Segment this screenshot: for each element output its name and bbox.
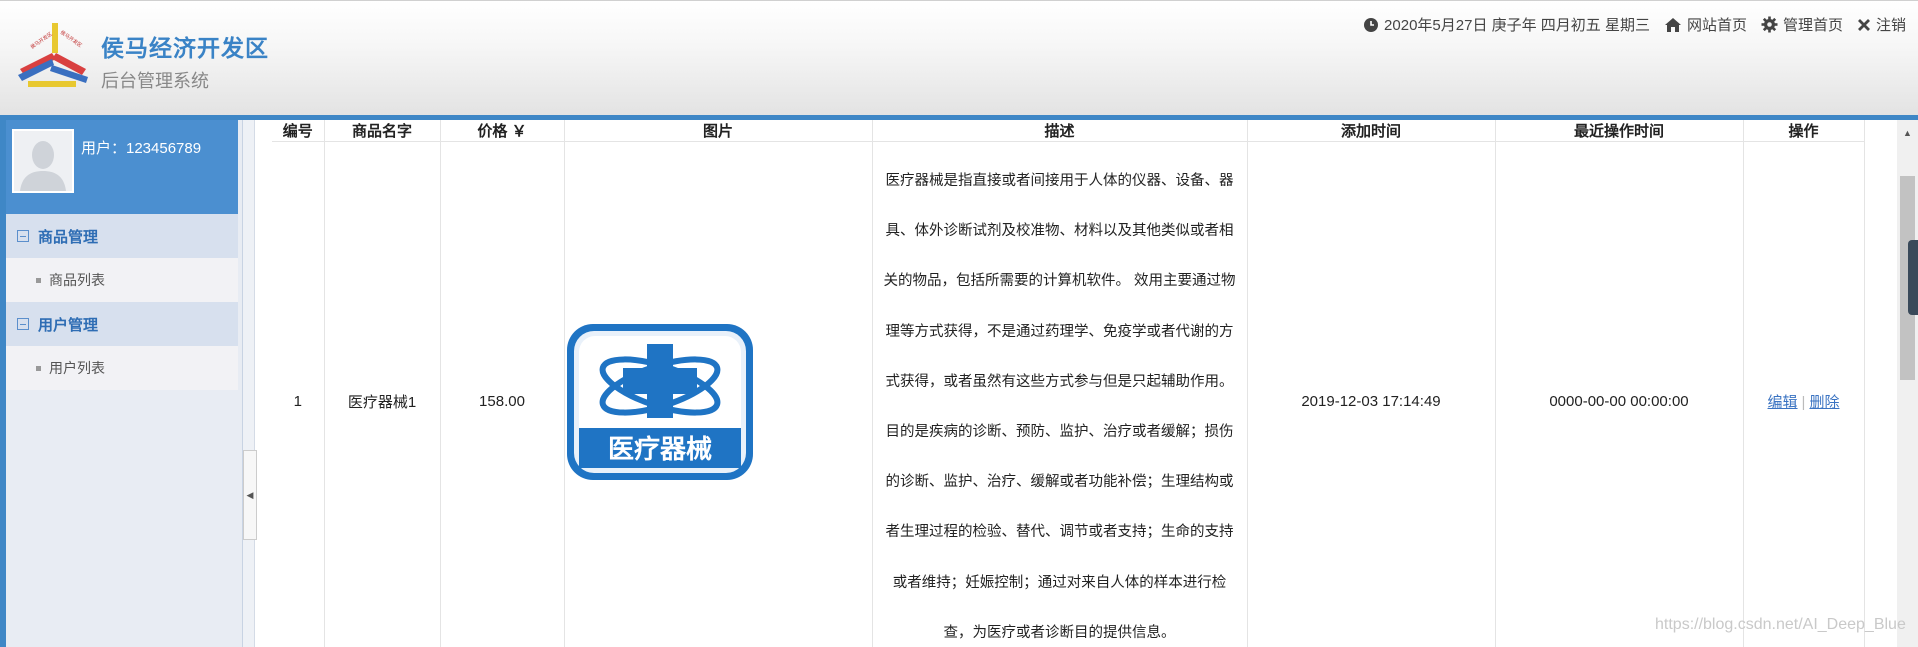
bullet-icon <box>36 365 41 371</box>
edit-link[interactable]: 编辑 <box>1768 394 1798 411</box>
sidebar: 用户：123456789 商品管理 商品列表 用户管理 用户列表 <box>0 120 243 647</box>
sidebar-edge <box>0 120 6 647</box>
admin-home-label: 管理首页 <box>1782 17 1843 34</box>
user-panel: 用户：123456789 <box>6 120 238 214</box>
product-image: 医疗器械 <box>566 323 753 480</box>
description-line: 者生理过程的检验、替代、调节或者支持；生命的支持 <box>885 524 1234 541</box>
chevron-left-icon: ◀ <box>246 489 254 500</box>
column-header-name[interactable]: 商品名字 <box>324 120 441 142</box>
product-image-label: 医疗器械 <box>607 434 711 465</box>
goods-table-container: 编号 商品名字 价格 ￥ 图片 描述 添加时间 最近操作时间 操作 1 医疗器械… <box>272 120 1872 647</box>
close-icon <box>1857 18 1870 31</box>
column-header-actions[interactable]: 操作 <box>1743 120 1865 142</box>
bullet-icon <box>36 277 41 283</box>
date-text: 2020年5月27日 庚子年 四月初五 星期三 <box>1384 17 1650 34</box>
cell-image: 医疗器械 <box>564 141 873 647</box>
description-line: 医疗器械是指直接或者间接用于人体的仪器、设备、器 <box>885 173 1234 189</box>
admin-home-link[interactable]: 管理首页 <box>1761 14 1843 35</box>
user-label: 用户：123456789 <box>81 140 202 157</box>
description-line: 关的物品，包括所需要的计算机软件。 效用主要通过物 <box>883 273 1236 290</box>
action-separator: | <box>1801 394 1806 412</box>
date-display: 2020年5月27日 庚子年 四月初五 星期三 <box>1363 14 1650 35</box>
top-toolbar: 2020年5月27日 庚子年 四月初五 星期三 网站首页 管理首页 注销 <box>1363 14 1906 35</box>
menu-group-label: 用户管理 <box>38 316 99 334</box>
scroll-up-icon[interactable]: ▲ <box>1903 128 1912 138</box>
column-header-description[interactable]: 描述 <box>872 120 1248 142</box>
sidebar-item-label: 商品列表 <box>49 272 105 288</box>
clock-icon <box>1364 17 1379 32</box>
sidebar-item-goods-list[interactable]: 商品列表 <box>6 258 238 302</box>
watermark: https://blog.csdn.net/AI_Deep_Blue <box>1655 616 1906 633</box>
cell-price: 158.00 <box>440 141 565 647</box>
site-home-label: 网站首页 <box>1686 17 1747 34</box>
column-header-updated[interactable]: 最近操作时间 <box>1495 120 1744 142</box>
collapse-icon[interactable] <box>17 230 29 242</box>
home-icon <box>1664 17 1681 32</box>
logout-link[interactable]: 注销 <box>1857 14 1906 35</box>
user-avatar-icon <box>14 131 72 191</box>
column-header-id[interactable]: 编号 <box>272 120 325 142</box>
logo-icon: 侯马开发区 侯马开发区 <box>18 23 88 87</box>
collapse-icon[interactable] <box>17 318 29 330</box>
avatar <box>12 129 74 193</box>
cell-created: 2019-12-03 17:14:49 <box>1247 141 1496 647</box>
menu-group-goods[interactable]: 商品管理 <box>6 214 238 258</box>
description-line: 查，为医疗或者诊断目的提供信息。 <box>943 624 1176 641</box>
description-line: 的诊断、监护、治疗、缓解或者功能补偿；生理结构或 <box>885 474 1234 491</box>
column-header-price[interactable]: 价格 ￥ <box>440 120 565 142</box>
cell-description: 医疗器械是指直接或者间接用于人体的仪器、设备、器 具、体外诊断试剂及校准物、材料… <box>872 141 1248 647</box>
cell-actions: 编辑 | 删除 <box>1743 141 1865 647</box>
cell-name: 医疗器械1 <box>324 141 441 647</box>
cell-updated: 0000-00-00 00:00:00 <box>1495 141 1744 647</box>
description-line: 目的是疾病的诊断、预防、监护、治疗或者缓解；损伤 <box>885 424 1234 441</box>
gear-icon <box>1761 16 1778 33</box>
svg-text:侯马开发区: 侯马开发区 <box>29 31 54 51</box>
delete-link[interactable]: 删除 <box>1809 394 1839 411</box>
menu-group-users[interactable]: 用户管理 <box>6 302 238 346</box>
app-title: 侯马经济开发区 <box>101 35 269 61</box>
side-widget[interactable] <box>1908 240 1918 315</box>
collapse-sidebar-handle[interactable]: ◀ <box>243 450 257 540</box>
vertical-scrollbar[interactable]: ▲ <box>1897 120 1918 647</box>
column-header-created[interactable]: 添加时间 <box>1247 120 1496 142</box>
app-subtitle: 后台管理系统 <box>101 71 209 91</box>
app-header: 侯马开发区 侯马开发区 侯马经济开发区 后台管理系统 2020年5月27日 庚子… <box>0 0 1918 115</box>
description-line: 理等方式获得，不是通过药理学、免疫学或者代谢的方 <box>885 323 1234 340</box>
goods-table: 编号 商品名字 价格 ￥ 图片 描述 添加时间 最近操作时间 操作 1 医疗器械… <box>272 120 1865 647</box>
column-header-image[interactable]: 图片 <box>564 120 873 142</box>
site-home-link[interactable]: 网站首页 <box>1664 14 1747 35</box>
description-text: 医疗器械是指直接或者间接用于人体的仪器、设备、器 具、体外诊断试剂及校准物、材料… <box>875 142 1245 647</box>
splitter <box>243 120 255 647</box>
table-header-row: 编号 商品名字 价格 ￥ 图片 描述 添加时间 最近操作时间 操作 <box>272 120 1865 142</box>
cell-id: 1 <box>272 141 325 647</box>
table-row: 1 医疗器械1 158.00 医疗器械 医疗器械是指直接或者间接用于人体的仪器、… <box>272 141 1865 647</box>
sidebar-item-user-list[interactable]: 用户列表 <box>6 346 238 390</box>
sidebar-item-label: 用户列表 <box>49 360 105 376</box>
description-line: 具、体外诊断试剂及校准物、材料以及其他类似或者相 <box>885 223 1234 240</box>
logout-label: 注销 <box>1875 17 1906 34</box>
svg-text:侯马开发区: 侯马开发区 <box>59 29 84 49</box>
description-line: 或者维持；妊娠控制；通过对来自人体的样本进行检 <box>892 574 1227 591</box>
description-line: 式获得，或者虽然有这些方式参与但是只起辅助作用。 <box>885 373 1234 390</box>
menu-group-label: 商品管理 <box>38 228 99 246</box>
